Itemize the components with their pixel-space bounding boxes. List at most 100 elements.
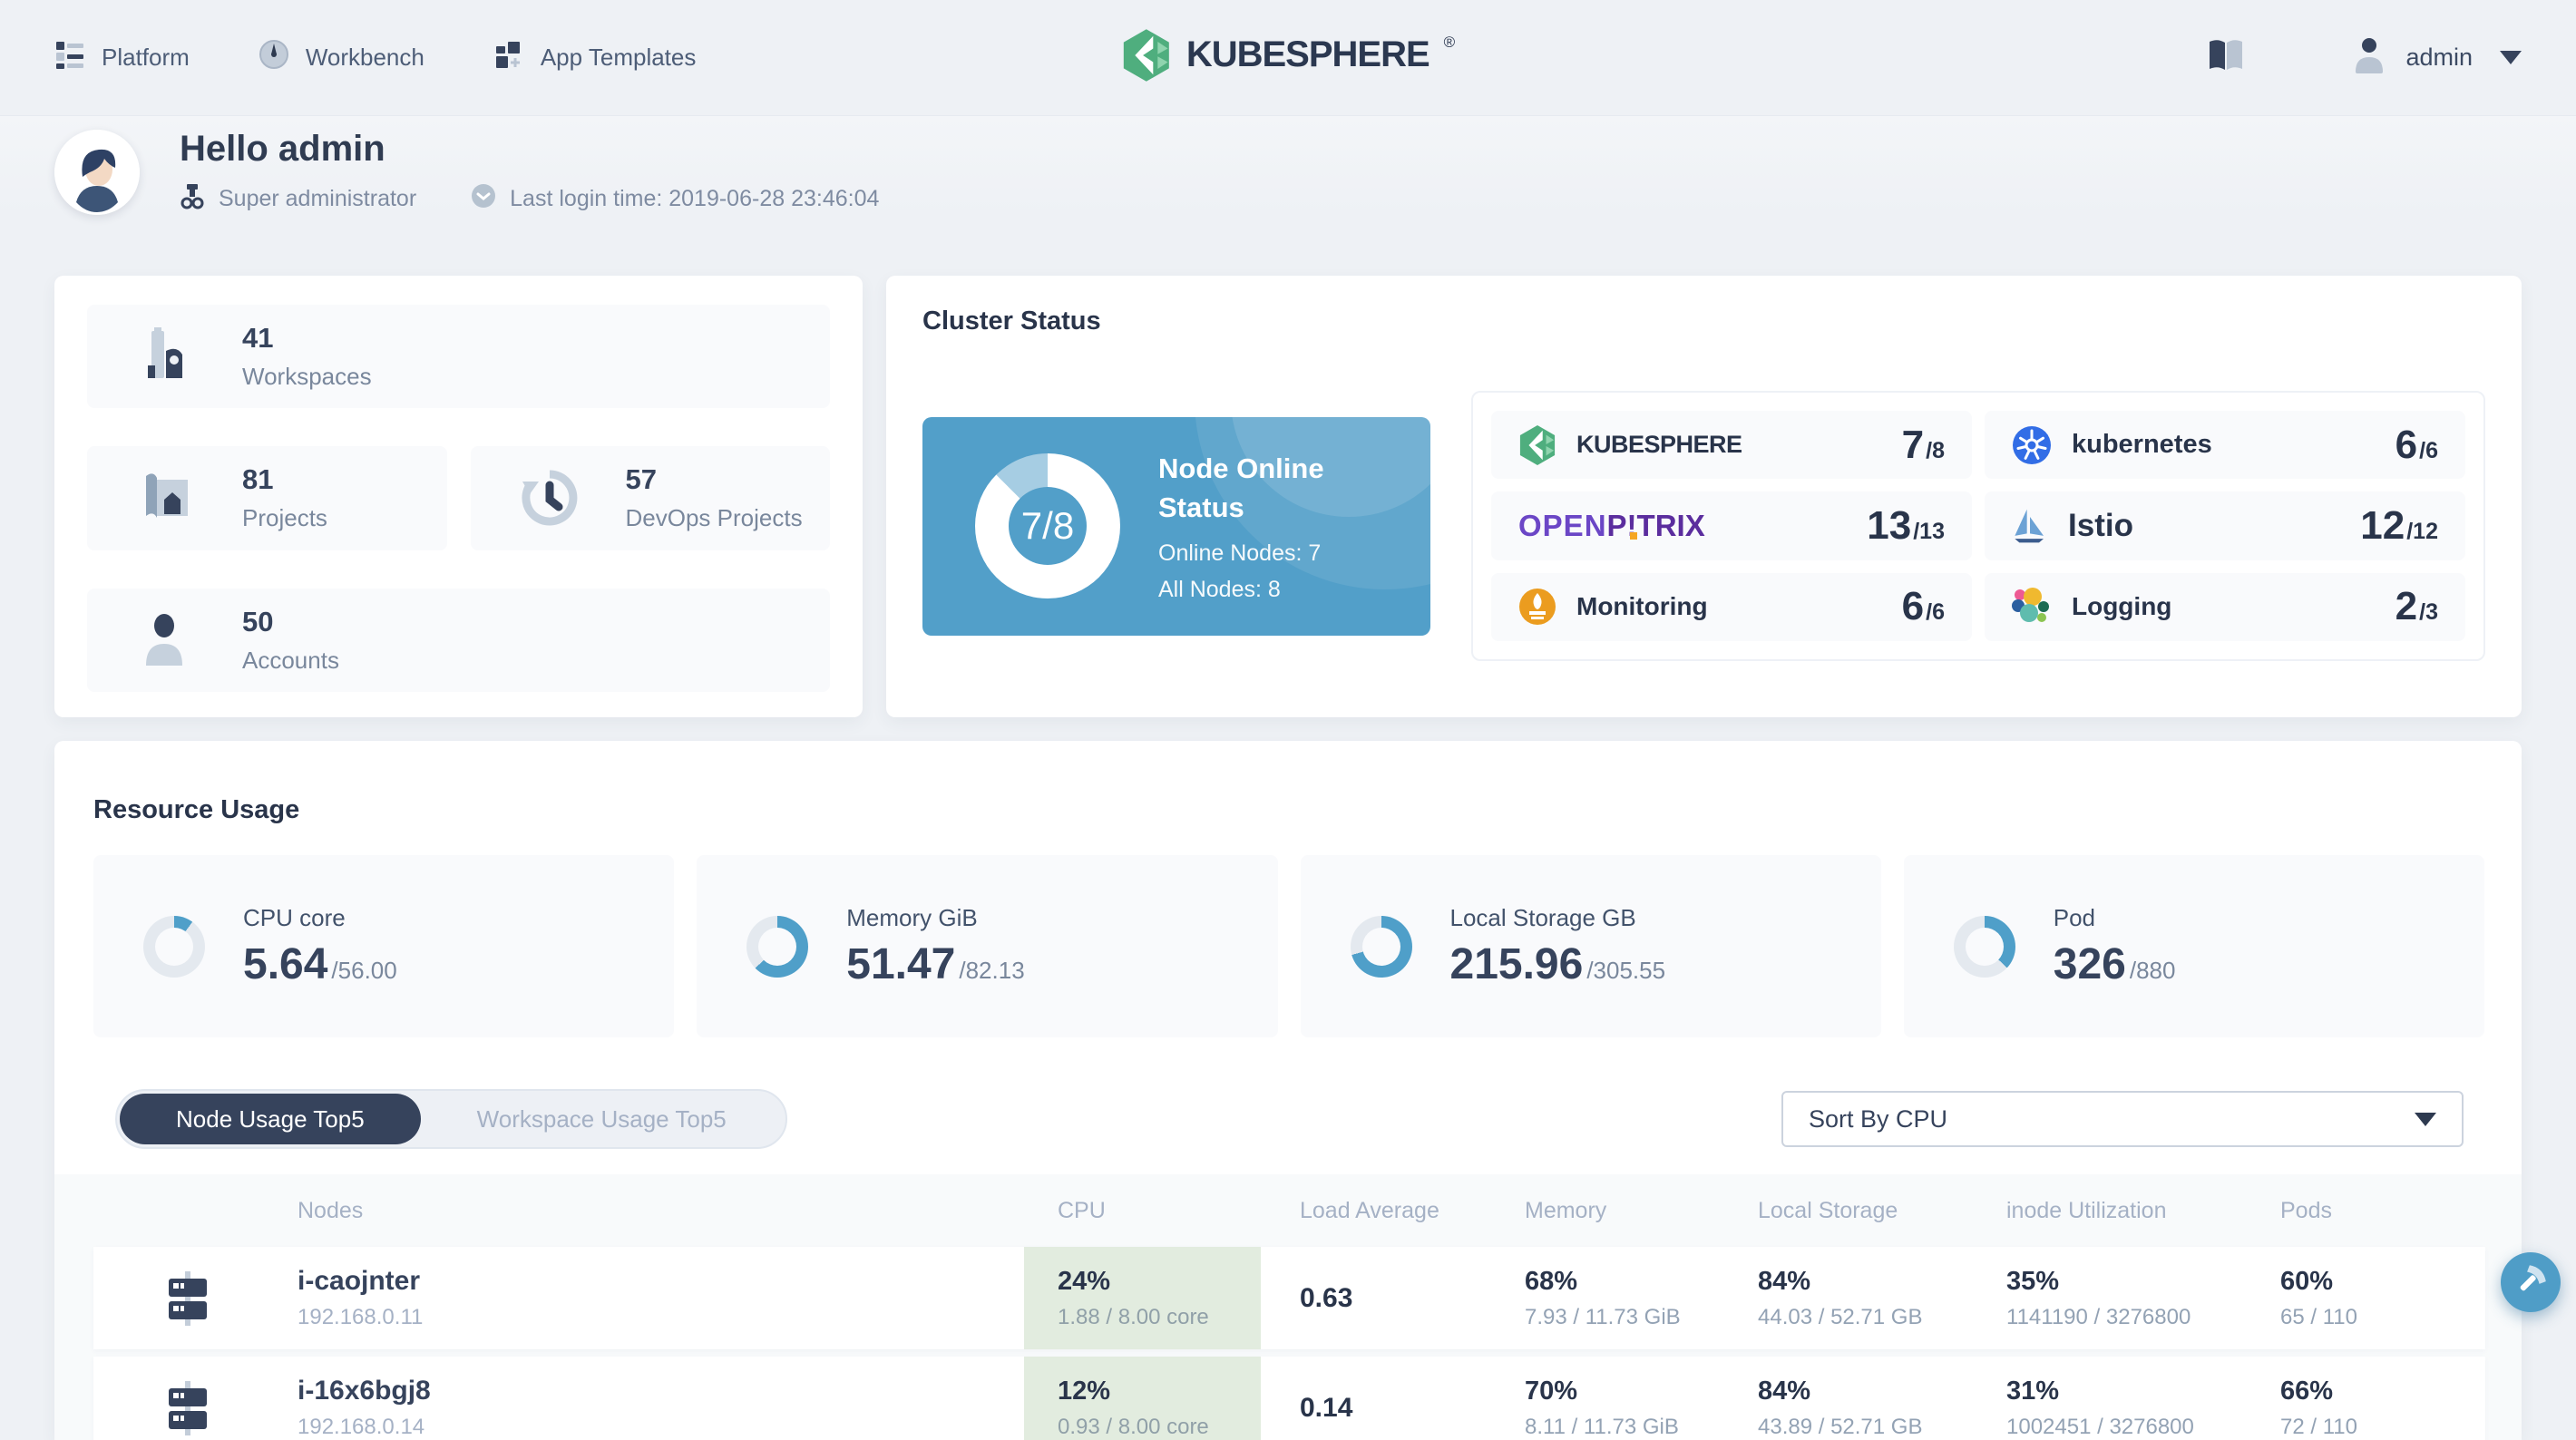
service-total: /6 bbox=[1926, 599, 1945, 626]
pod-gauge-tile[interactable]: Pod 326/880 bbox=[1903, 855, 2484, 1037]
hammer-icon bbox=[2513, 1263, 2548, 1302]
col-header-cpu: CPU bbox=[1058, 1197, 1106, 1223]
devops-count: 57 bbox=[625, 463, 657, 496]
cluster-services-panel: KUBESPHERE 7/8 kubernetes 6/6 OPENP!TRIX… bbox=[1471, 391, 2485, 661]
table-row[interactable]: i-16x6bgj8 192.168.0.14 12% 0.93 / 8.00 … bbox=[93, 1357, 2485, 1440]
user-name: admin bbox=[2405, 44, 2473, 71]
service-name: Monitoring bbox=[1576, 592, 1708, 621]
memory-gauge-tile[interactable]: Memory GiB 51.47/82.13 bbox=[697, 855, 1278, 1037]
col-header-load: Load Average bbox=[1300, 1197, 1439, 1223]
gauge-total: /880 bbox=[2129, 956, 2176, 984]
storage-donut bbox=[1350, 915, 1412, 978]
accounts-icon bbox=[137, 611, 195, 669]
app-templates-icon bbox=[493, 39, 524, 76]
service-value: 6 bbox=[1901, 584, 1925, 629]
gauge-total: /56.00 bbox=[331, 956, 397, 984]
nav-item-platform[interactable]: Platform bbox=[54, 39, 190, 76]
service-istio[interactable]: Istio 12/12 bbox=[1985, 491, 2465, 560]
resource-usage-title: Resource Usage bbox=[93, 795, 300, 824]
workspaces-count: 41 bbox=[242, 322, 274, 355]
devops-icon bbox=[521, 469, 579, 527]
service-value: 6 bbox=[2395, 422, 2418, 467]
docs-icon[interactable] bbox=[2206, 38, 2246, 77]
usage-tab-group: Node Usage Top5 Workspace Usage Top5 bbox=[115, 1089, 787, 1149]
service-value: 7 bbox=[1901, 422, 1925, 467]
node-icon bbox=[163, 1270, 212, 1326]
greeting-banner: Hello admin Super administrator Last log… bbox=[0, 115, 2576, 228]
tab-workspace-usage-top5[interactable]: Workspace Usage Top5 bbox=[421, 1094, 783, 1144]
gauge-value: 5.64 bbox=[243, 939, 328, 988]
cpu-percent: 12% bbox=[1058, 1376, 1111, 1406]
cpu-gauge-tile[interactable]: CPU core 5.64/56.00 bbox=[93, 855, 675, 1037]
tab-node-usage-top5[interactable]: Node Usage Top5 bbox=[120, 1094, 421, 1144]
projects-icon bbox=[137, 469, 195, 527]
sort-by-value: Sort By CPU bbox=[1809, 1104, 1948, 1133]
load-average: 0.14 bbox=[1300, 1392, 1353, 1423]
service-openpitrix[interactable]: OPENP!TRIX 13/13 bbox=[1491, 491, 1972, 560]
node-ip: 192.168.0.11 bbox=[298, 1305, 424, 1329]
gauge-total: /82.13 bbox=[959, 956, 1025, 984]
service-monitoring[interactable]: Monitoring 6/6 bbox=[1491, 572, 1972, 641]
node-online-status-card[interactable]: 7/8 Node Online Status Online Nodes: 7 A… bbox=[922, 416, 1430, 636]
table-row[interactable]: i-caojnter 192.168.0.11 24% 1.88 / 8.00 … bbox=[93, 1247, 2485, 1349]
workspaces-tile[interactable]: 41 Workspaces bbox=[87, 305, 830, 409]
node-name: i-16x6bgj8 bbox=[298, 1376, 431, 1406]
service-total: /8 bbox=[1926, 437, 1945, 463]
nav-item-workbench[interactable]: Workbench bbox=[259, 39, 424, 76]
all-nodes-label: All Nodes: 8 bbox=[1158, 577, 1281, 603]
service-total: /12 bbox=[2406, 518, 2438, 544]
service-kubernetes[interactable]: kubernetes 6/6 bbox=[1985, 411, 2465, 480]
devops-projects-tile[interactable]: 57 DevOps Projects bbox=[470, 446, 830, 550]
cluster-status-card: Cluster Status 7/8 Node Online Status On… bbox=[886, 276, 2522, 717]
pods-cell: 60% 65 / 110 bbox=[2280, 1266, 2357, 1329]
node-name: i-caojnter bbox=[298, 1266, 421, 1296]
kubesphere-logo[interactable]: KUBESPHERE ® bbox=[1121, 28, 1455, 87]
storage-cell: 84% 43.89 / 52.71 GB bbox=[1758, 1376, 1923, 1439]
openpitrix-logo: OPENP!TRIX bbox=[1518, 508, 1705, 542]
devops-label: DevOps Projects bbox=[625, 504, 803, 532]
accounts-tile[interactable]: 50 Accounts bbox=[87, 588, 830, 692]
nav-left: Platform Workbench App Templates bbox=[54, 39, 696, 76]
role-label: Super administrator bbox=[219, 185, 417, 211]
col-header-nodes: Nodes bbox=[298, 1197, 364, 1223]
online-nodes-label: Online Nodes: 7 bbox=[1158, 540, 1322, 567]
col-header-storage: Local Storage bbox=[1758, 1197, 1898, 1223]
gauge-label: CPU core bbox=[243, 903, 346, 931]
projects-label: Projects bbox=[242, 504, 327, 532]
brand-name: KUBESPHERE bbox=[1186, 34, 1430, 74]
sort-by-dropdown[interactable]: Sort By CPU bbox=[1781, 1091, 2464, 1147]
node-online-ratio: 7/8 bbox=[1009, 487, 1087, 565]
user-icon bbox=[2353, 37, 2386, 78]
avatar bbox=[54, 129, 140, 215]
accounts-label: Accounts bbox=[242, 646, 339, 674]
col-header-pods: Pods bbox=[2280, 1197, 2332, 1223]
greeting-title: Hello admin bbox=[180, 128, 385, 169]
storage-gauge-tile[interactable]: Local Storage GB 215.96/305.55 bbox=[1300, 855, 1881, 1037]
cpu-cell: 12% 0.93 / 8.00 core bbox=[1024, 1357, 1261, 1440]
service-logging[interactable]: Logging 2/3 bbox=[1985, 572, 2465, 641]
brand-registered-mark: ® bbox=[1443, 34, 1456, 51]
service-value: 2 bbox=[2395, 584, 2418, 629]
projects-tile[interactable]: 81 Projects bbox=[87, 446, 447, 550]
gauge-label: Local Storage GB bbox=[1449, 903, 1636, 931]
istio-icon bbox=[2012, 506, 2048, 546]
service-name: KUBESPHERE bbox=[1576, 431, 1742, 459]
user-menu[interactable]: admin bbox=[2353, 37, 2522, 78]
nav-item-app-templates[interactable]: App Templates bbox=[493, 39, 696, 76]
col-header-memory: Memory bbox=[1525, 1197, 1607, 1223]
last-login: Last login time: 2019-06-28 23:46:04 bbox=[471, 183, 879, 215]
node-icon bbox=[163, 1380, 212, 1435]
kubesphere-icon bbox=[1518, 424, 1556, 466]
resource-gauges: CPU core 5.64/56.00 Memory GiB 51.47/82.… bbox=[93, 855, 2484, 1037]
service-kubesphere[interactable]: KUBESPHERE 7/8 bbox=[1491, 411, 1972, 480]
clock-icon bbox=[471, 183, 496, 215]
toolbox-fab-button[interactable] bbox=[2501, 1252, 2561, 1312]
elastic-cluster-icon bbox=[2012, 587, 2052, 627]
top-nav: Platform Workbench App Templates KUBESPH… bbox=[0, 0, 2576, 115]
inode-cell: 35% 1141190 / 3276800 bbox=[2006, 1266, 2191, 1329]
gauge-label: Memory GiB bbox=[846, 903, 978, 931]
resource-usage-card: Resource Usage CPU core 5.64/56.00 Memor… bbox=[54, 741, 2522, 1440]
memory-cell: 70% 8.11 / 11.73 GiB bbox=[1525, 1376, 1679, 1439]
workspaces-icon bbox=[137, 327, 195, 385]
memory-cell: 68% 7.93 / 11.73 GiB bbox=[1525, 1266, 1681, 1329]
